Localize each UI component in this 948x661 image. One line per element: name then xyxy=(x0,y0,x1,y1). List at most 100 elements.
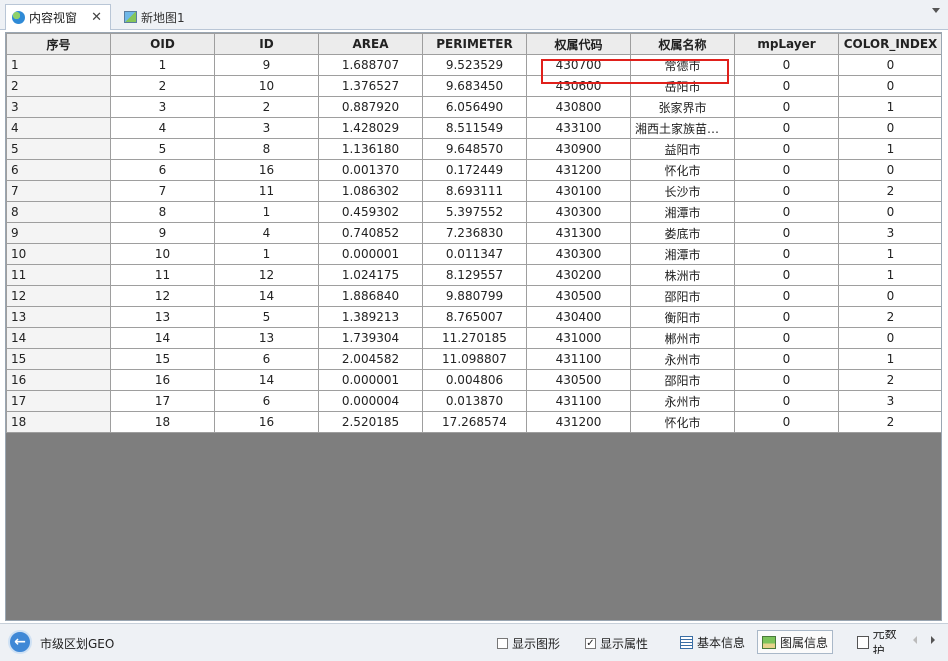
table-cell[interactable]: 13 xyxy=(214,327,319,349)
table-row[interactable]: 16 16 14 0.000001 0.004806 430500 邵阳市 0 2 xyxy=(6,369,941,391)
table-cell[interactable]: 0 xyxy=(734,306,839,328)
table-cell[interactable]: 9 xyxy=(6,222,111,244)
column-header[interactable]: 权属代码 xyxy=(526,33,631,55)
table-row[interactable]: 10 10 1 0.000001 0.011347 430300 湘潭市 0 1 xyxy=(6,243,941,265)
table-row[interactable]: 8 8 1 0.459302 5.397552 430300 湘潭市 0 0 xyxy=(6,201,941,223)
table-cell[interactable]: 431300 xyxy=(526,222,631,244)
table-cell[interactable]: 2 xyxy=(214,96,319,118)
table-cell[interactable]: 衡阳市 xyxy=(630,306,735,328)
column-header[interactable]: ID xyxy=(214,33,319,55)
table-cell[interactable]: 15 xyxy=(6,348,111,370)
table-cell[interactable]: 0 xyxy=(734,180,839,202)
back-arrow-icon[interactable]: ← xyxy=(8,630,32,654)
table-cell[interactable]: 7 xyxy=(6,180,111,202)
table-cell[interactable]: 0 xyxy=(734,96,839,118)
table-cell[interactable]: 益阳市 xyxy=(630,138,735,160)
table-cell[interactable]: 8 xyxy=(110,201,215,223)
table-cell[interactable]: 430800 xyxy=(526,96,631,118)
tab-content-view[interactable]: 内容视窗 ✕ xyxy=(5,4,111,30)
table-cell[interactable]: 0 xyxy=(838,327,941,349)
table-cell[interactable]: 6 xyxy=(214,348,319,370)
table-row[interactable]: 13 13 5 1.389213 8.765007 430400 衡阳市 0 2 xyxy=(6,306,941,328)
table-cell[interactable]: 1 xyxy=(838,96,941,118)
table-cell[interactable]: 9.683450 xyxy=(422,75,527,97)
table-cell[interactable]: 1 xyxy=(838,243,941,265)
table-cell[interactable]: 6 xyxy=(110,159,215,181)
table-cell[interactable]: 15 xyxy=(110,348,215,370)
table-cell[interactable]: 0 xyxy=(838,285,941,307)
table-cell[interactable]: 0 xyxy=(734,117,839,139)
table-cell[interactable]: 3 xyxy=(838,390,941,412)
table-cell[interactable]: 10 xyxy=(110,243,215,265)
table-cell[interactable]: 0 xyxy=(734,411,839,433)
table-cell[interactable]: 1.136180 xyxy=(318,138,423,160)
table-cell[interactable]: 0 xyxy=(838,54,941,76)
table-row[interactable]: 9 9 4 0.740852 7.236830 431300 娄底市 0 3 xyxy=(6,222,941,244)
table-cell[interactable]: 0 xyxy=(734,390,839,412)
table-cell[interactable]: 2 xyxy=(6,75,111,97)
table-cell[interactable]: 430400 xyxy=(526,306,631,328)
table-cell[interactable]: 10 xyxy=(214,75,319,97)
table-row[interactable]: 3 3 2 0.887920 6.056490 430800 张家界市 0 1 xyxy=(6,96,941,118)
table-cell[interactable]: 3 xyxy=(110,96,215,118)
table-cell[interactable]: 常德市 xyxy=(630,54,735,76)
table-cell[interactable]: 湘潭市 xyxy=(630,201,735,223)
column-header[interactable]: mpLayer xyxy=(734,33,839,55)
table-cell[interactable]: 9.880799 xyxy=(422,285,527,307)
table-cell[interactable]: 16 xyxy=(110,369,215,391)
table-cell[interactable]: 7.236830 xyxy=(422,222,527,244)
table-cell[interactable]: 430100 xyxy=(526,180,631,202)
table-cell[interactable]: 0 xyxy=(838,159,941,181)
table-cell[interactable]: 0 xyxy=(734,138,839,160)
table-cell[interactable]: 14 xyxy=(6,327,111,349)
table-cell[interactable]: 4 xyxy=(214,222,319,244)
table-cell[interactable]: 18 xyxy=(6,411,111,433)
table-cell[interactable]: 0 xyxy=(734,264,839,286)
table-cell[interactable]: 0 xyxy=(838,201,941,223)
table-cell[interactable]: 1.886840 xyxy=(318,285,423,307)
table-cell[interactable]: 0.887920 xyxy=(318,96,423,118)
table-cell[interactable]: 0.004806 xyxy=(422,369,527,391)
column-header[interactable]: 权属名称 xyxy=(630,33,735,55)
table-cell[interactable]: 430300 xyxy=(526,201,631,223)
table-cell[interactable]: 3 xyxy=(838,222,941,244)
table-cell[interactable]: 2.520185 xyxy=(318,411,423,433)
table-cell[interactable]: 1 xyxy=(110,54,215,76)
column-header[interactable]: COLOR_INDEX xyxy=(838,33,941,55)
metadata-button[interactable]: 元数护 xyxy=(853,630,911,654)
table-cell[interactable]: 1 xyxy=(6,54,111,76)
table-cell[interactable]: 湘西土家族苗族… xyxy=(630,117,735,139)
table-cell[interactable]: 2 xyxy=(838,306,941,328)
table-cell[interactable]: 0 xyxy=(734,327,839,349)
table-cell[interactable]: 12 xyxy=(214,264,319,286)
table-cell[interactable]: 13 xyxy=(6,306,111,328)
table-cell[interactable]: 1 xyxy=(214,201,319,223)
table-cell[interactable]: 16 xyxy=(214,159,319,181)
table-cell[interactable]: 0.740852 xyxy=(318,222,423,244)
table-cell[interactable]: 5 xyxy=(6,138,111,160)
table-cell[interactable]: 1.428029 xyxy=(318,117,423,139)
table-cell[interactable]: 430700 xyxy=(526,54,631,76)
table-cell[interactable]: 1.688707 xyxy=(318,54,423,76)
table-cell[interactable]: 14 xyxy=(110,327,215,349)
table-cell[interactable]: 0.000004 xyxy=(318,390,423,412)
table-cell[interactable]: 5 xyxy=(214,306,319,328)
table-cell[interactable]: 4 xyxy=(6,117,111,139)
table-cell[interactable]: 16 xyxy=(6,369,111,391)
table-cell[interactable]: 长沙市 xyxy=(630,180,735,202)
table-cell[interactable]: 18 xyxy=(110,411,215,433)
table-row[interactable]: 7 7 11 1.086302 8.693111 430100 长沙市 0 2 xyxy=(6,180,941,202)
table-cell[interactable]: 8.765007 xyxy=(422,306,527,328)
table-cell[interactable]: 2 xyxy=(110,75,215,97)
table-row[interactable]: 18 18 16 2.520185 17.268574 431200 怀化市 0 2 xyxy=(6,411,941,433)
checkbox-checked-icon[interactable]: ✓ xyxy=(585,638,596,649)
table-cell[interactable]: 1.376527 xyxy=(318,75,423,97)
column-header[interactable]: PERIMETER xyxy=(422,33,527,55)
table-cell[interactable]: 1.739304 xyxy=(318,327,423,349)
table-cell[interactable]: 9.523529 xyxy=(422,54,527,76)
table-cell[interactable]: 2 xyxy=(838,180,941,202)
table-cell[interactable]: 6.056490 xyxy=(422,96,527,118)
show-graphics-checkbox[interactable]: 显示图形 xyxy=(497,635,560,652)
table-cell[interactable]: 431100 xyxy=(526,348,631,370)
table-cell[interactable]: 2 xyxy=(838,411,941,433)
